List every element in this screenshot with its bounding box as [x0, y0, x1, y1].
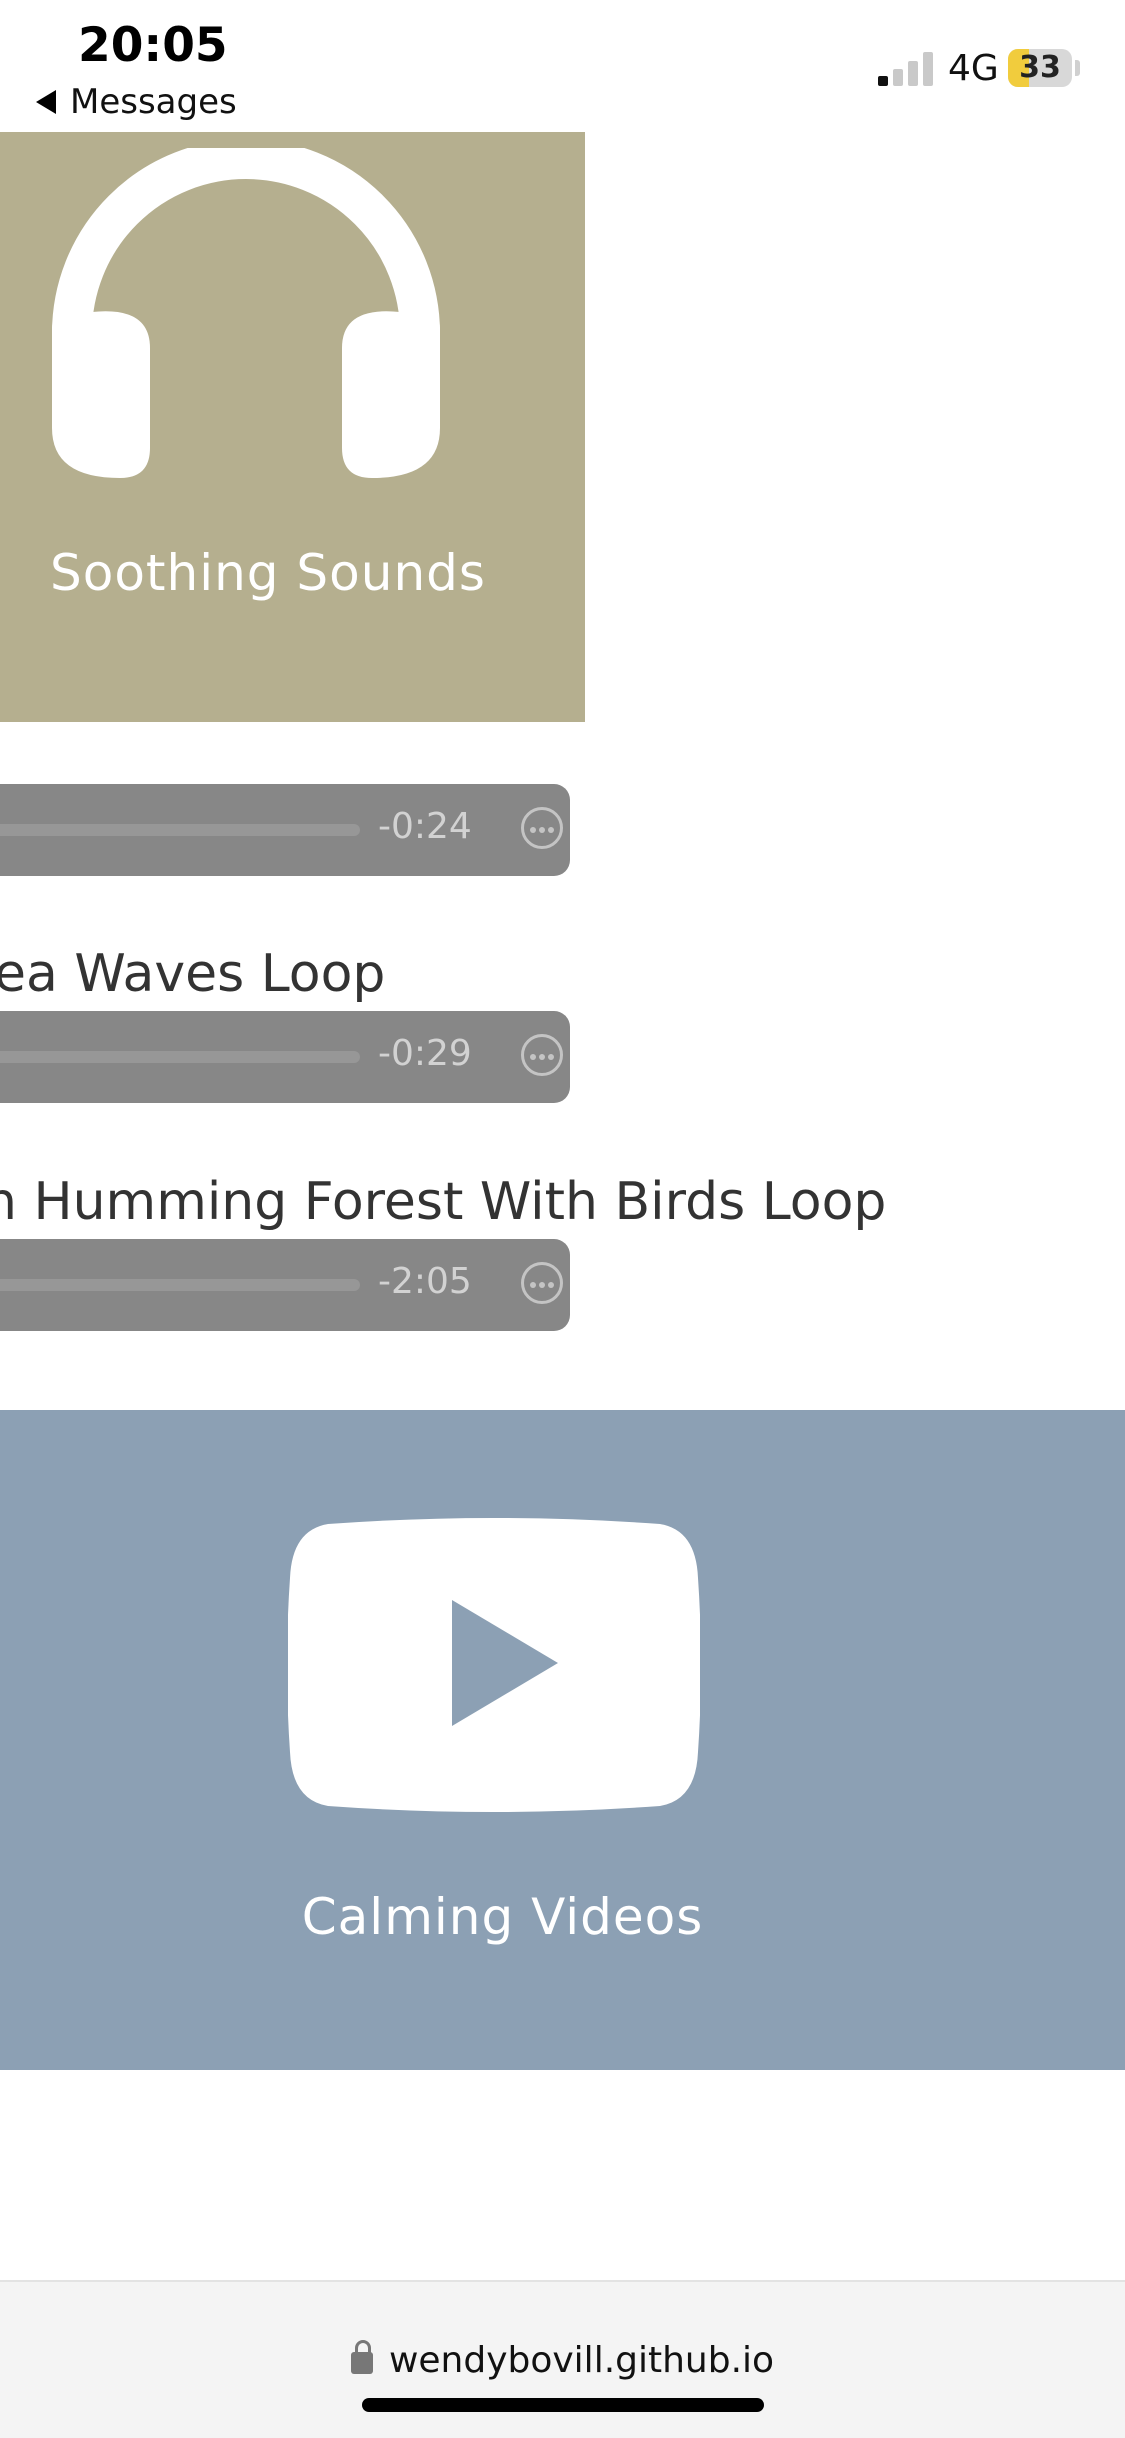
audio-more-options-icon[interactable]	[521, 1262, 563, 1304]
audio-remaining-time: -0:29	[378, 1033, 472, 1074]
url-text: wendybovill.github.io	[388, 2340, 775, 2381]
audio-progress-track[interactable]	[0, 1279, 360, 1291]
audio-remaining-time: -0:24	[378, 806, 472, 847]
audio-remaining-time: -2:05	[378, 1261, 472, 1302]
audio-more-options-icon[interactable]	[521, 1034, 563, 1076]
headphones-icon	[52, 148, 440, 478]
audio-progress-track[interactable]	[0, 1051, 360, 1063]
track-title: ea Waves Loop	[0, 944, 386, 1004]
back-arrow-icon	[36, 90, 56, 114]
signal-strength-icon	[878, 52, 933, 86]
battery-cap	[1075, 60, 1080, 76]
status-time: 20:05	[78, 18, 228, 73]
audio-player-2[interactable]: -0:29	[0, 1011, 570, 1103]
audio-more-options-icon[interactable]	[521, 807, 563, 849]
soothing-sounds-title: Soothing Sounds	[50, 544, 486, 602]
audio-player-3[interactable]: -2:05	[0, 1239, 570, 1331]
track-title: n Humming Forest With Birds Loop	[0, 1172, 887, 1232]
battery-icon: 33	[1008, 49, 1072, 87]
back-to-messages-link[interactable]: Messages	[36, 82, 237, 122]
play-video-icon	[288, 1518, 700, 1812]
audio-progress-track[interactable]	[0, 824, 360, 836]
back-link-label: Messages	[70, 82, 237, 122]
browser-url-bar[interactable]: wendybovill.github.io	[0, 2280, 1125, 2438]
url-display[interactable]: wendybovill.github.io	[0, 2340, 1125, 2381]
home-indicator[interactable]	[362, 2398, 764, 2412]
calming-videos-card[interactable]: Calming Videos	[0, 1410, 1125, 2070]
lock-icon	[350, 2340, 373, 2374]
network-type: 4G	[948, 48, 999, 89]
calming-videos-title: Calming Videos	[301, 1888, 704, 1946]
battery-level: 33	[1019, 50, 1061, 85]
soothing-sounds-card[interactable]: Soothing Sounds	[0, 132, 585, 722]
audio-player-1[interactable]: -0:24	[0, 784, 570, 876]
